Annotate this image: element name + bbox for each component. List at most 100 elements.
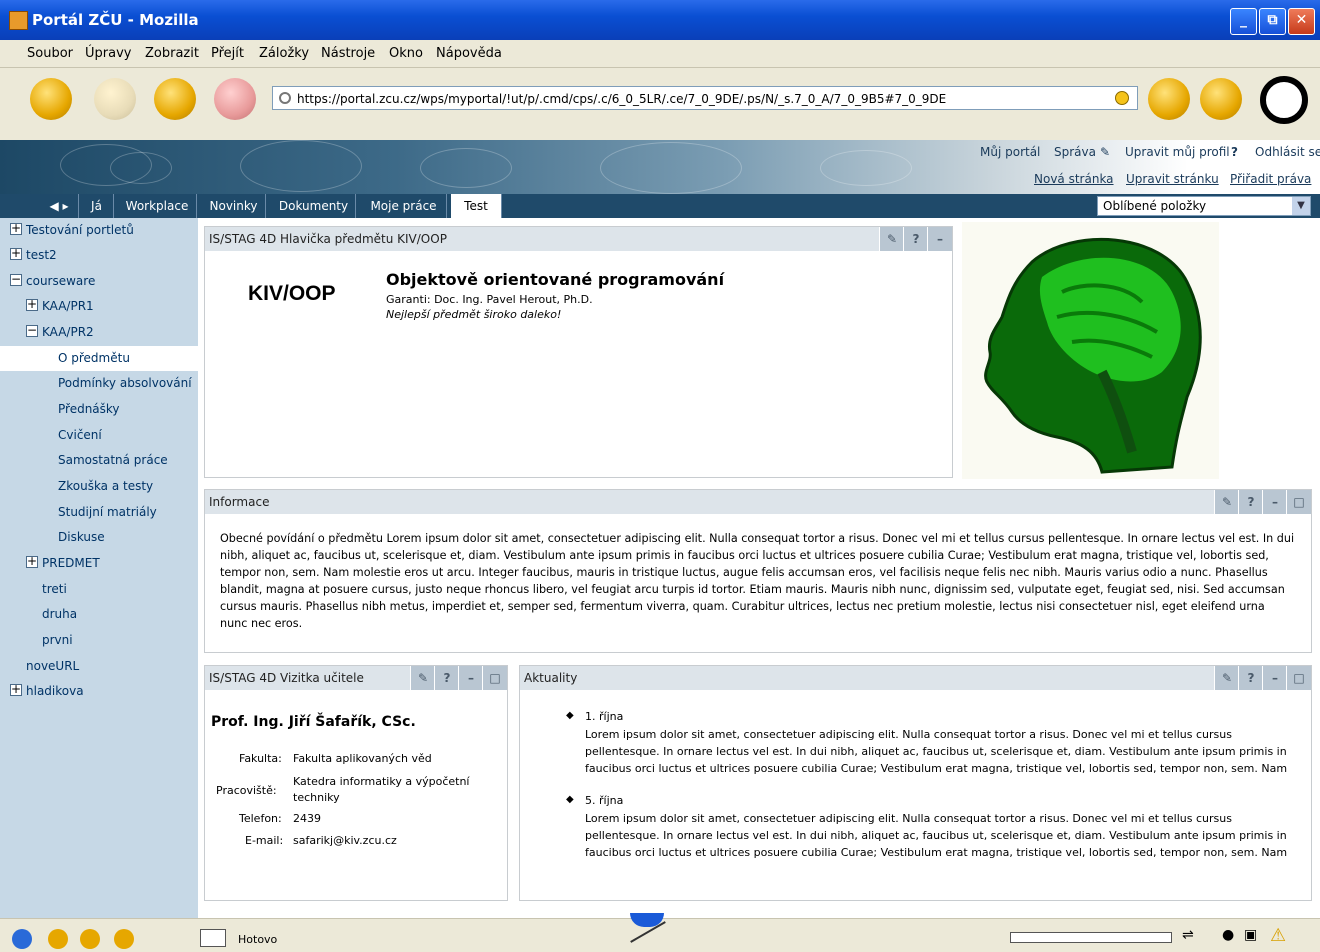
tree-item-courseware[interactable]: − courseware (0, 269, 198, 294)
menu-zobrazit[interactable]: Zobrazit (145, 46, 199, 61)
forward-icon[interactable] (94, 78, 136, 120)
menu-okno[interactable]: Okno (389, 46, 423, 61)
expand-icon[interactable]: + (10, 683, 22, 696)
tree-item-cviceni[interactable]: Cvičení (0, 423, 198, 448)
tree-item-druha[interactable]: druha (0, 602, 198, 627)
title-bar[interactable]: Portál ZČU - Mozilla _ ⧉ ✕ (0, 0, 1320, 40)
tab-ja[interactable]: Já (80, 194, 114, 218)
news-date: 5. října (585, 794, 624, 807)
edit-icon[interactable]: ✎ (1100, 145, 1110, 159)
maximize-icon[interactable]: □ (1286, 666, 1311, 690)
tree-item-kaa-pr2[interactable]: − KAA/PR2 (0, 320, 198, 345)
tree-label: Zkouška a testy (58, 479, 154, 493)
tree-item-treti[interactable]: treti (0, 577, 198, 602)
logout-link[interactable]: Odhlásit se (1255, 145, 1320, 159)
portlet-header: Informace ✎ ? – □ (205, 490, 1311, 514)
expand-icon[interactable]: + (10, 222, 22, 235)
tree-label: Diskuse (58, 530, 105, 544)
collapse-icon[interactable]: − (10, 273, 22, 286)
tree-item-test2[interactable]: + test2 (0, 243, 198, 268)
reload-icon[interactable] (154, 78, 196, 120)
address-bar[interactable]: https://portal.zcu.cz/wps/myportal/!ut/p… (272, 86, 1138, 110)
tree-label: druha (42, 607, 78, 621)
tree-item-testovani[interactable]: + Testování portletů (0, 218, 198, 243)
mail-icon[interactable] (48, 929, 68, 949)
navigator-icon[interactable] (12, 929, 32, 949)
tree-label: Přednášky (58, 402, 120, 416)
expand-icon[interactable]: + (10, 247, 22, 260)
portlet-header: Aktuality ✎ ? – □ (520, 666, 1311, 690)
minimize-icon[interactable]: – (1262, 666, 1287, 690)
edit-icon[interactable]: ✎ (1214, 490, 1239, 514)
edit-icon[interactable]: ✎ (410, 666, 435, 690)
menu-soubor[interactable]: Soubor (27, 46, 73, 61)
chat-icon[interactable] (114, 929, 134, 949)
tab-workplace[interactable]: Workplace (118, 194, 197, 218)
tab-strip (0, 124, 1320, 140)
tree-item-predmet[interactable]: + PREDMET (0, 551, 198, 576)
new-page-link[interactable]: Nová stránka (1034, 172, 1114, 186)
help-icon[interactable]: ? (903, 227, 928, 251)
tree-item-prvni[interactable]: prvni (0, 628, 198, 653)
tree-item-studijni[interactable]: Studijní matriály (0, 500, 198, 525)
help-icon[interactable]: ? (434, 666, 459, 690)
back-icon[interactable] (30, 78, 72, 120)
minimize-icon[interactable]: – (458, 666, 483, 690)
offline-icon[interactable] (200, 929, 226, 947)
warning-icon[interactable]: ⚠ (1270, 925, 1286, 946)
tab-moje-prace[interactable]: Moje práce (361, 194, 447, 218)
email-value[interactable]: safarikj@kiv.zcu.cz (293, 834, 397, 847)
menu-prejit[interactable]: Přejít (211, 46, 244, 61)
tree-item-o-predmetu[interactable]: O předmětu (0, 346, 198, 371)
maximize-button[interactable]: ⧉ (1259, 8, 1286, 35)
stop-icon[interactable] (214, 78, 256, 120)
phone-value: 2439 (293, 812, 321, 825)
maximize-icon[interactable]: □ (1286, 490, 1311, 514)
tree-item-podminky[interactable]: Podmínky absolvování (0, 371, 198, 396)
help-icon[interactable]: ? (1238, 666, 1263, 690)
print-icon[interactable] (1200, 78, 1242, 120)
go-icon[interactable] (1115, 91, 1129, 105)
tree-item-kaa-pr1[interactable]: + KAA/PR1 (0, 294, 198, 319)
help-icon[interactable]: ? (1238, 490, 1263, 514)
edit-page-link[interactable]: Upravit stránku (1126, 172, 1219, 186)
close-button[interactable]: ✕ (1288, 8, 1315, 35)
tree-item-samostatna[interactable]: Samostatná práce (0, 448, 198, 473)
tab-dokumenty[interactable]: Dokumenty (272, 194, 356, 218)
course-guarantor: Garanti: Doc. Ing. Pavel Herout, Ph.D. (386, 293, 593, 306)
minimize-icon[interactable]: – (1262, 490, 1287, 514)
lock-icon[interactable]: ▣ (1244, 927, 1257, 943)
help-link[interactable]: ? (1231, 145, 1238, 159)
tree-item-prednasky[interactable]: Přednášky (0, 397, 198, 422)
tab-test[interactable]: Test (451, 194, 502, 218)
expand-icon[interactable]: + (26, 555, 38, 568)
favorites-dropdown[interactable]: Oblíbené položky ▼ (1097, 196, 1311, 216)
my-portal-link[interactable]: Můj portál (980, 145, 1040, 159)
admin-link[interactable]: Správa (1054, 145, 1096, 159)
head-mri-icon (984, 238, 1202, 474)
expand-icon[interactable]: + (26, 298, 38, 311)
menu-nastroje[interactable]: Nástroje (321, 46, 375, 61)
minimize-icon[interactable]: – (927, 227, 952, 251)
edit-icon[interactable]: ✎ (1214, 666, 1239, 690)
menu-napoveda[interactable]: Nápověda (436, 46, 502, 61)
chevron-down-icon[interactable]: ▼ (1292, 197, 1310, 215)
tab-novinky[interactable]: Novinky (202, 194, 266, 218)
assign-rights-link[interactable]: Přiřadit práva (1230, 172, 1311, 186)
tree-item-hladikova[interactable]: + hladikova (0, 679, 198, 704)
search-icon[interactable] (1148, 78, 1190, 120)
edit-profile-link[interactable]: Upravit můj profil (1125, 145, 1230, 159)
tree-item-zkouska[interactable]: Zkouška a testy (0, 474, 198, 499)
composer-icon[interactable] (80, 929, 100, 949)
collapse-icon[interactable]: − (26, 324, 38, 337)
tree-item-noveurl[interactable]: noveURL (0, 654, 198, 679)
tree-item-diskuse[interactable]: Diskuse (0, 525, 198, 550)
minimize-button[interactable]: _ (1230, 8, 1257, 35)
menu-upravy[interactable]: Úpravy (85, 46, 131, 61)
news-portlet: Aktuality ✎ ? – □ ◆ 1. října Lorem ipsum… (519, 665, 1312, 901)
menu-zalozky[interactable]: Záložky (259, 46, 309, 61)
edit-icon[interactable]: ✎ (879, 227, 904, 251)
maximize-icon[interactable]: □ (482, 666, 507, 690)
tab-scroll-arrows[interactable]: ◀ ▸ (40, 194, 79, 218)
url-text: https://portal.zcu.cz/wps/myportal/!ut/p… (297, 92, 947, 106)
